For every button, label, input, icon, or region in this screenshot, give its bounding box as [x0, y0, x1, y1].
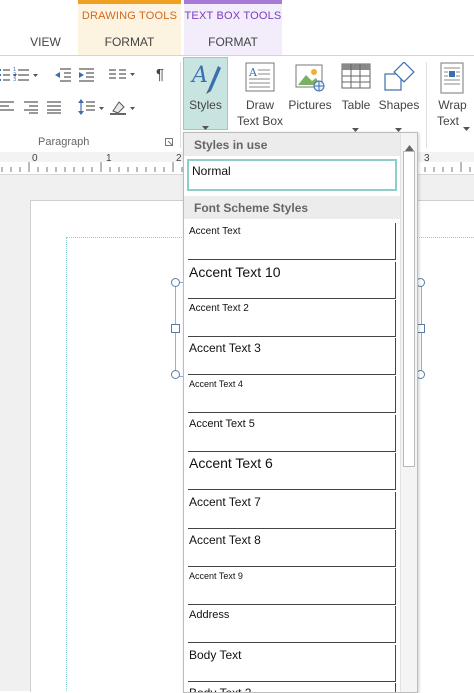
resize-handle[interactable]	[171, 370, 180, 379]
tab-format-textbox-label: FORMAT	[208, 34, 258, 49]
dialog-launcher-icon[interactable]	[165, 138, 174, 149]
style-item-label: Accent Text 7	[189, 495, 261, 509]
style-item[interactable]: Accent Text 6	[188, 453, 396, 490]
draw-text-box-label-2: Text Box	[236, 114, 284, 128]
style-item-label: Accent Text 8	[189, 533, 261, 547]
style-item-label: Address	[189, 609, 230, 621]
style-item-label: Accent Text 9	[189, 571, 243, 581]
style-item[interactable]: Accent Text 10	[188, 262, 396, 299]
style-item[interactable]: Accent Text 4	[188, 376, 396, 413]
drawing-tools-header: DRAWING TOOLS	[78, 0, 181, 28]
wrap-text-label-1: Wrap	[438, 98, 467, 112]
ruler-mark: 3	[424, 153, 430, 164]
style-item[interactable]: Accent Text 3	[188, 338, 396, 375]
increase-indent-icon[interactable]	[78, 67, 96, 86]
group-separator	[180, 62, 181, 148]
shapes-label: Shapes	[378, 98, 420, 112]
resize-handle[interactable]	[171, 324, 180, 333]
pilcrow-icon[interactable]: ¶	[156, 66, 164, 83]
style-item[interactable]: Accent Text 9	[188, 568, 396, 605]
wrap-text-button[interactable]: Wrap Text	[431, 60, 474, 131]
section-header-font-scheme: Font Scheme Styles	[184, 196, 400, 219]
shapes-icon	[383, 61, 415, 99]
style-item-label: Body Text 2	[189, 686, 252, 693]
text-box-tools-header: TEXT BOX TOOLS	[184, 0, 282, 28]
style-item-label: Accent Text 2	[189, 303, 249, 314]
shapes-button[interactable]: Shapes	[377, 60, 421, 132]
style-item-label: Accent Text	[189, 226, 241, 237]
line-spacing-icon[interactable]	[78, 99, 108, 118]
pilcrow-glyph: ¶	[156, 66, 165, 83]
styles-icon: A	[190, 60, 222, 99]
group-separator	[426, 62, 427, 148]
tab-format-drawing-label: FORMAT	[104, 34, 155, 49]
style-item-label: Accent Text 6	[189, 455, 273, 471]
style-item[interactable]: Accent Text 7	[188, 492, 396, 529]
text-box-icon: A	[245, 62, 275, 97]
style-item[interactable]: Accent Text	[188, 223, 396, 260]
section-header-in-use: Styles in use	[184, 133, 400, 156]
style-item-label: Accent Text 4	[189, 379, 243, 389]
tab-format-textbox[interactable]: FORMAT	[184, 28, 282, 55]
table-button[interactable]: Table	[337, 60, 375, 132]
wrap-text-label-2: Text	[436, 114, 459, 128]
ruler-mark: 0	[32, 153, 38, 164]
pictures-icon	[295, 62, 325, 97]
style-item[interactable]: Accent Text 8	[188, 530, 396, 567]
style-item[interactable]: Accent Text 2	[188, 300, 396, 337]
align-left-icon[interactable]	[0, 100, 16, 117]
style-item[interactable]: Body Text	[188, 645, 396, 682]
svg-text:A: A	[248, 66, 258, 79]
decrease-indent-icon[interactable]	[54, 67, 72, 86]
shading-icon[interactable]	[110, 99, 140, 118]
style-item[interactable]: Body Text 2	[188, 683, 396, 693]
style-item[interactable]: Accent Text 5	[188, 415, 396, 452]
ruler-mark: 2	[176, 153, 182, 164]
table-icon	[341, 63, 371, 94]
scroll-thumb[interactable]	[403, 151, 415, 467]
text-box-tools-label: TEXT BOX TOOLS	[184, 10, 282, 22]
wrap-text-icon	[440, 62, 466, 99]
style-item-label: Body Text	[189, 648, 242, 662]
styles-dropdown: Styles in use Normal Font Scheme Styles …	[183, 132, 418, 693]
margin-guide	[66, 237, 67, 691]
tab-format-drawing[interactable]: FORMAT	[78, 28, 181, 55]
svg-text:A: A	[190, 63, 208, 88]
justify-icon[interactable]	[46, 100, 62, 117]
paragraph-group-label: Paragraph	[38, 136, 90, 148]
align-right-icon[interactable]	[23, 100, 39, 117]
style-item-label: Normal	[192, 164, 231, 178]
drawing-tools-label: DRAWING TOOLS	[81, 10, 178, 22]
chevron-down-icon	[463, 119, 470, 137]
tab-view-label: VIEW	[30, 34, 61, 49]
draw-text-box-label-1: Draw	[245, 98, 274, 112]
style-item-normal[interactable]: Normal	[187, 159, 397, 191]
ruler-mark: 1	[106, 153, 112, 164]
pictures-label: Pictures	[288, 98, 332, 112]
resize-handle[interactable]	[171, 278, 180, 287]
style-item-label: Accent Text 10	[189, 264, 281, 280]
draw-text-box-button[interactable]: A Draw Text Box	[237, 60, 283, 130]
dropdown-scrollbar[interactable]	[400, 133, 417, 692]
styles-label: Styles	[189, 98, 222, 112]
style-item-label: Accent Text 5	[189, 418, 255, 430]
style-item[interactable]: Address	[188, 606, 396, 643]
tab-view[interactable]: VIEW	[18, 28, 73, 55]
table-label: Table	[341, 98, 371, 112]
style-item-label: Accent Text 3	[189, 341, 261, 355]
numbering-icon[interactable]: 123	[13, 66, 41, 85]
svg-text:3: 3	[13, 77, 16, 82]
columns-icon[interactable]	[108, 67, 138, 86]
styles-button[interactable]: A Styles	[183, 57, 228, 130]
pictures-button[interactable]: Pictures	[286, 60, 334, 120]
